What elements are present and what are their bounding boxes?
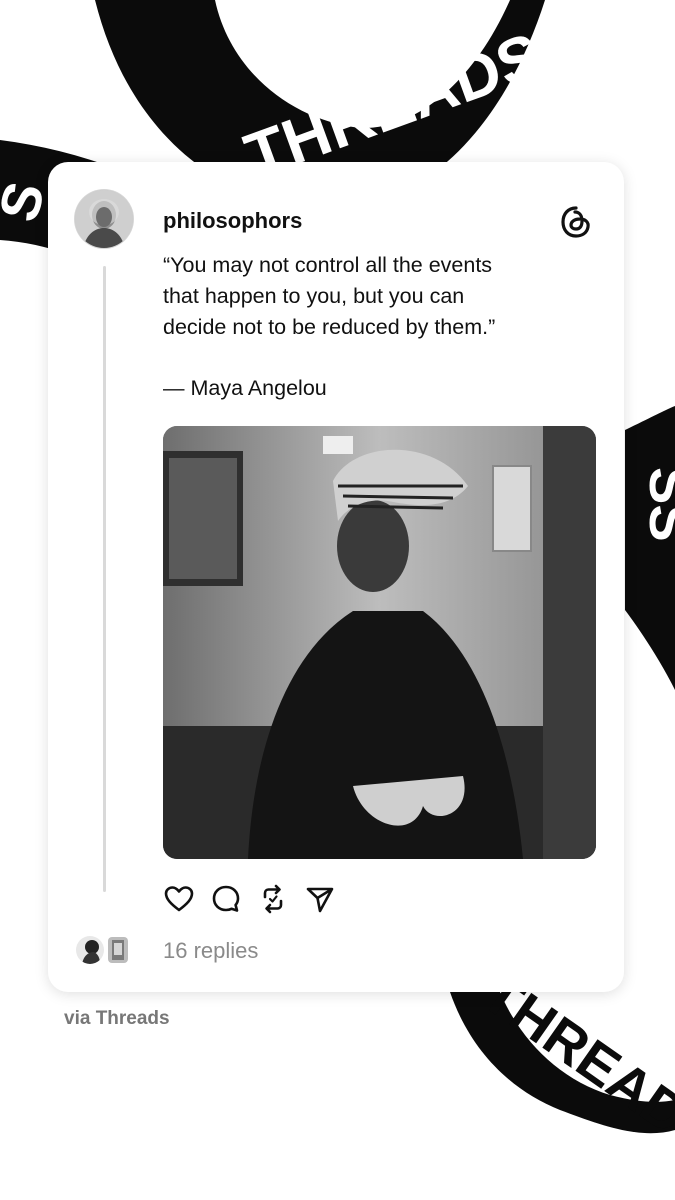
- ribbon-right: [625, 406, 675, 690]
- author-avatar[interactable]: [75, 190, 133, 248]
- reply-avatar: [76, 936, 104, 964]
- reply-avatars[interactable]: [74, 932, 134, 968]
- repost-icon[interactable]: [257, 883, 289, 915]
- reply-avatar-image: [82, 940, 100, 964]
- ribbon-right-text: SS: [638, 467, 675, 542]
- photo-image: [163, 426, 596, 859]
- reply-avatar: [108, 937, 128, 963]
- replies-count[interactable]: 16 replies: [163, 938, 258, 964]
- send-icon[interactable]: [304, 883, 336, 915]
- comment-bubble-icon[interactable]: [210, 883, 242, 915]
- post-actions: [163, 882, 336, 916]
- reply-avatar-image: [112, 940, 124, 960]
- portrait-image: [75, 190, 133, 248]
- heart-icon[interactable]: [163, 883, 195, 915]
- post-photo[interactable]: [163, 426, 596, 859]
- username[interactable]: philosophors: [163, 208, 302, 234]
- quote-attribution: — Maya Angelou: [163, 376, 327, 400]
- threads-logo-icon[interactable]: [559, 205, 593, 239]
- post-card: philosophors “You may not control all th…: [48, 162, 624, 992]
- post-quote: “You may not control all the events that…: [163, 253, 496, 339]
- via-caption: via Threads: [64, 1008, 170, 1029]
- thread-line: [103, 266, 106, 892]
